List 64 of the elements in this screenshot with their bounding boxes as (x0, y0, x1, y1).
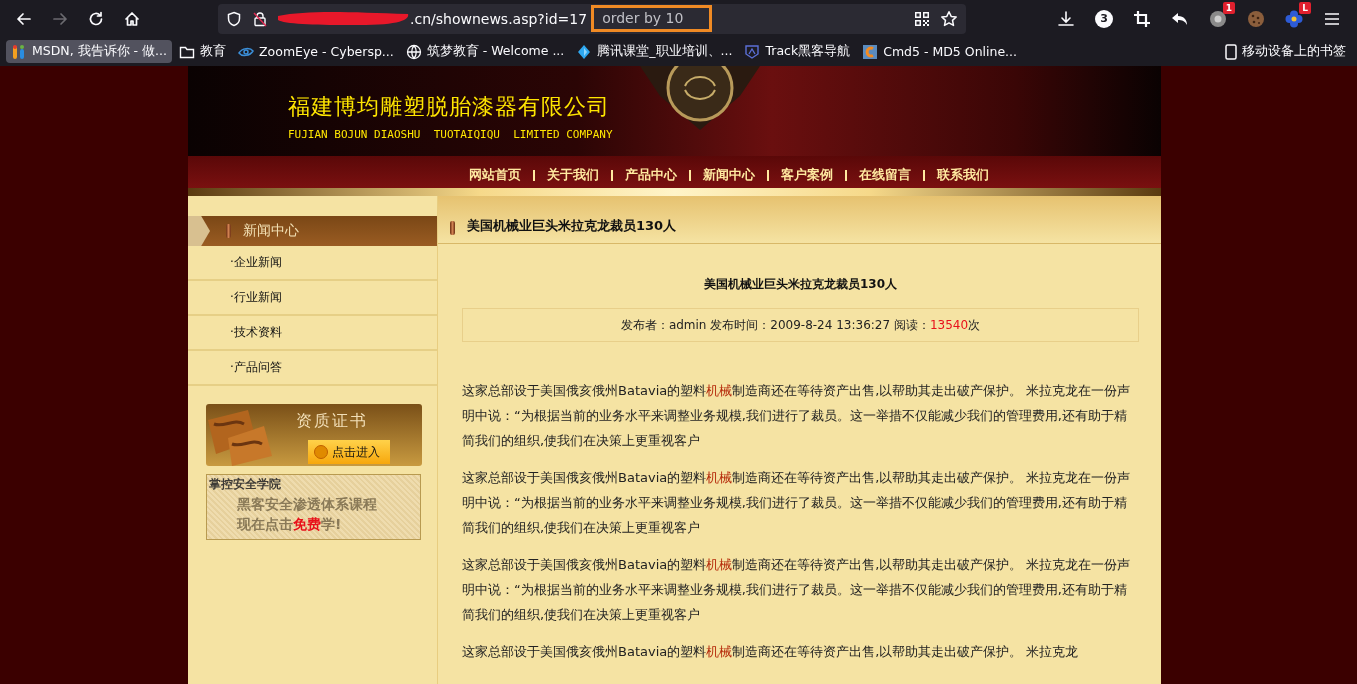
nav-link[interactable]: 在线留言 (851, 167, 919, 184)
site-logo-icon (11, 43, 27, 60)
sidebar-link[interactable]: ·产品问答 (188, 351, 437, 386)
bead-icon (226, 224, 231, 238)
article-paragraph: 这家总部设于美国俄亥俄州Batavia的塑料机械制造商还在等待资产出售,以帮助其走出破产保护。 米拉克龙在一份声明中说：“为根据当前的业务水平来调整业务规模,我们进行了裁员。这一举措不仅能减少我们的管理费用,还有助于精简我们的组织,使我们在决策上更重视客户 (462, 382, 1132, 450)
bookmark-item[interactable]: Cmd5 - MD5 Online... (857, 40, 1023, 63)
sidebar-link[interactable]: ·行业新闻 (188, 281, 437, 316)
mobile-bookmarks-button[interactable]: 移动设备上的书签 (1220, 40, 1351, 63)
company-name-english: FUJIAN BOJUN DIAOSHU TUOTAIQIQU LIMITED COMPANY (288, 127, 613, 141)
letter-c-logo-icon (862, 43, 879, 60)
nav-link[interactable]: 新闻中心 (695, 167, 763, 184)
bookmark-item[interactable]: 教育 (174, 40, 232, 63)
wood-carving-drawing (208, 410, 272, 466)
nav-link[interactable]: 客户案例 (773, 167, 841, 184)
section-title: 美国机械业巨头米拉克龙裁员130人 (467, 217, 677, 235)
article-paragraph: 这家总部设于美国俄亥俄州Batavia的塑料机械制造商还在等待资产出售,以帮助其走出破产保护。 米拉克龙 (462, 643, 1080, 661)
bookmark-item[interactable]: 筑梦教育 - Welcome ... (400, 40, 570, 63)
bookmark-item[interactable]: MSDN, 我告诉你 - 做... (6, 40, 173, 63)
phone-icon (1225, 43, 1237, 60)
sidebar-link[interactable]: ·企业新闻 (188, 246, 437, 281)
play-circle-icon (314, 445, 328, 459)
lock-icon (252, 10, 268, 27)
address-bar[interactable]: .cn/shownews.asp?id=17 order by 10 (218, 3, 966, 34)
bead-icon (450, 221, 455, 235)
ad-brand-name: 掌控安全学院 (208, 476, 282, 493)
diamond-icon (576, 43, 593, 60)
download-icon[interactable] (1057, 9, 1075, 28)
home-icon (123, 9, 141, 28)
reload-icon (87, 9, 105, 28)
url-query-highlight: order by 10 (591, 5, 713, 32)
url-text: .cn/shownews.asp?id=17 (410, 10, 588, 27)
arrow-tab-icon (188, 216, 210, 246)
bookmark-item[interactable]: Track黑客导航 (739, 40, 856, 63)
crop-icon[interactable] (1133, 9, 1151, 28)
ad-banner[interactable]: 掌控安全学院 黑客安全渗透体系课程 现在点击免费学! (206, 474, 421, 540)
cookie-icon[interactable] (1247, 9, 1265, 28)
qr-code-icon[interactable] (914, 10, 930, 27)
globe-icon (405, 43, 422, 60)
star-icon[interactable] (940, 9, 958, 28)
company-name: 福建博均雕塑脱胎漆器有限公司 (288, 92, 611, 121)
notification-badge: 1 (1222, 1, 1235, 14)
sidebar-heading: 新闻中心 (243, 222, 299, 240)
enter-button[interactable]: 点击进入 (308, 440, 390, 464)
shield-logo-icon (744, 43, 761, 60)
nav-link[interactable]: 联系我们 (929, 167, 997, 184)
tab-count-badge[interactable]: 3 (1095, 9, 1113, 28)
certificate-title: 资质证书 (296, 411, 368, 432)
nav-link[interactable]: 网站首页 (461, 167, 529, 184)
nav-link[interactable]: 产品中心 (617, 167, 685, 184)
extension-icon[interactable] (1209, 9, 1227, 28)
ad-call-to-action: 现在点击免费学! (235, 515, 343, 534)
article-paragraph: 这家总部设于美国俄亥俄州Batavia的塑料机械制造商还在等待资产出售,以帮助其走出破产保护。 米拉克龙在一份声明中说：“为根据当前的业务水平来调整业务规模,我们进行了裁员。这一举措不仅能减少我们的管理费用,还有助于精简我们的组织,使我们在决策上更重视客户 (462, 556, 1132, 624)
bookmark-item[interactable]: ZoomEye - Cybersp... (233, 40, 399, 63)
nav-link[interactable]: 关于我们 (539, 167, 607, 184)
ad-headline: 黑客安全渗透体系课程 (236, 495, 378, 514)
bookmark-item[interactable]: 腾讯课堂_职业培训、... (571, 40, 738, 63)
article-paragraph: 这家总部设于美国俄亥俄州Batavia的塑料机械制造商还在等待资产出售,以帮助其走出破产保护。 米拉克龙在一份声明中说：“为根据当前的业务水平来调整业务规模,我们进行了裁员。这一举措不仅能减少我们的管理费用,还有助于精简我们的组织,使我们在决策上更重视客户 (462, 469, 1132, 537)
notification-badge: L (1299, 1, 1311, 14)
flower-icon[interactable] (1285, 9, 1303, 28)
article-title: 美国机械业巨头米拉克龙裁员130人 (702, 276, 899, 293)
article-meta: 发布者：admin 发布时间：2009-8-24 13:36:27 阅读：13540次 (462, 308, 1139, 342)
shield-icon (226, 10, 242, 27)
certificate-banner[interactable]: 资质证书 点击进入 (206, 404, 422, 466)
sidebar-link[interactable]: ·技术资料 (188, 316, 437, 351)
